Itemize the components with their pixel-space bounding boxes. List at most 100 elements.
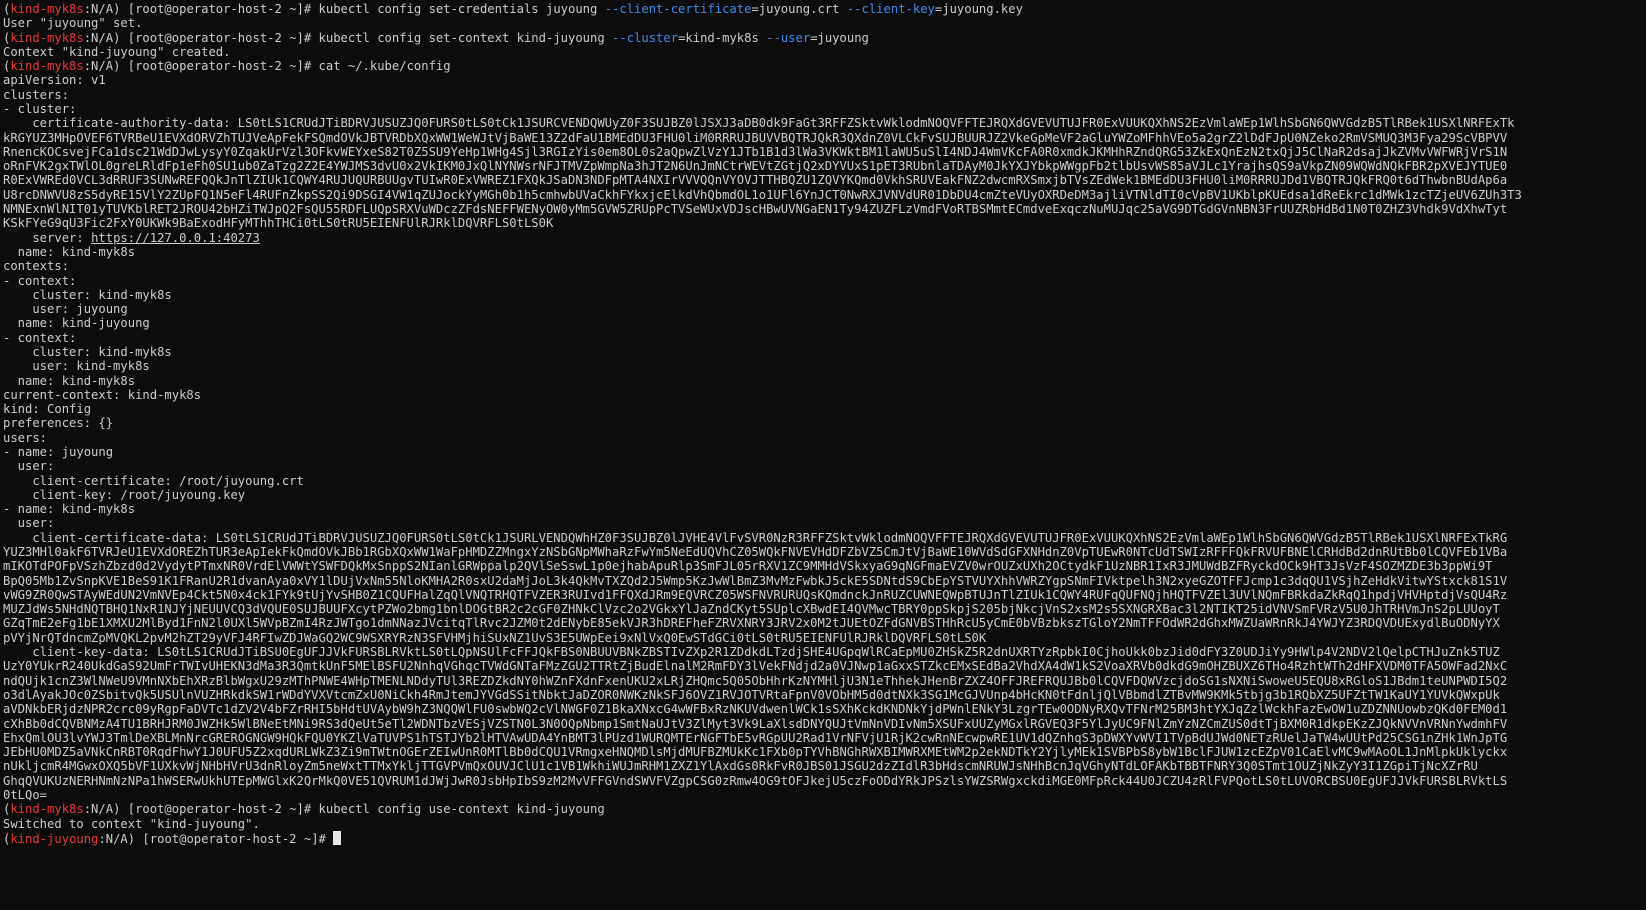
terminal-text: nUkljcmR4MGwxOXQ5bVF1UXkvWjNHbHVrU3dnRlo…: [3, 759, 1478, 774]
terminal-text: aVDNkbERjdzNPR2crc09yRgpFaDVTc1dZV2V4bFZ…: [3, 702, 1508, 717]
terminal-line: user:: [3, 516, 1645, 531]
terminal-text: name: kind-myk8s: [3, 373, 136, 388]
terminal-line: pVYjNrQTdncmZpMVQKL2pvM2hZT29yVFJ4RFIwZD…: [3, 631, 1645, 646]
terminal-text: =juyoung.crt: [751, 2, 847, 16]
terminal-line: oRnFVK2gxTWlOL0greLRldFp1eFh0SU1ub0ZaTzg…: [3, 159, 1645, 174]
kube-context-label: kind-myk8s: [10, 802, 84, 817]
terminal-line: - name: juyoung: [3, 445, 1645, 460]
terminal-line: user:: [3, 459, 1645, 474]
terminal-text: ndQUjk1cnZ3WlNWeU9VMnNXbEhXRzBlbWgxU29zM…: [3, 673, 1508, 688]
terminal-text: user: juyoung: [3, 302, 128, 317]
terminal-text: cluster: kind-myk8s: [3, 344, 172, 359]
terminal-text: BpQ05Mb1ZvSnpKVE1BeS91K1FRanU2R1dvanAya0…: [3, 573, 1508, 588]
terminal-line: vWG9ZR0QwSTAyWEdUN2VmNVEp4Ckt5N0x4ck1FYk…: [3, 588, 1645, 603]
terminal-text: =juyoung: [810, 30, 869, 45]
terminal-text: - context:: [3, 273, 77, 288]
terminal-line: kind: Config: [3, 402, 1645, 417]
terminal-line: contexts:: [3, 259, 1645, 274]
kube-context-label: kind-myk8s: [10, 30, 84, 45]
terminal-text: =kind-myk8s: [678, 30, 767, 45]
terminal-line: client-certificate-data: LS0tLS1CRUdJTiB…: [3, 531, 1645, 546]
terminal-line: Context "kind-juyoung" created.: [3, 45, 1645, 60]
terminal-text: - context:: [3, 330, 77, 345]
terminal-text: MUZJdWs5NHdNQTBHQ1NxR1NJYjNEUUVCQ3dVQUE0…: [3, 602, 1500, 617]
terminal-line: R0ExVWREd0VCL3dRRUF3SUNwREFQQkJnTlZIUk1C…: [3, 173, 1645, 188]
terminal-text: - cluster:: [3, 102, 77, 117]
terminal-text: preferences: {}: [3, 416, 114, 431]
terminal-text: U8rcDNWVU8zS5dyRE15VlY2ZUpFQ1N5eFl4RUFnZ…: [3, 187, 1522, 202]
terminal-text: :N/A) [root@operator-host-2 ~]# cat ~/.k…: [83, 59, 451, 74]
terminal-cursor: [333, 830, 342, 845]
terminal-text: server:: [3, 230, 92, 245]
terminal-text: users:: [3, 430, 48, 445]
terminal-line: (kind-myk8s:N/A) [root@operator-host-2 ~…: [3, 802, 1645, 817]
terminal-text: :N/A) [root@operator-host-2 ~]#: [98, 831, 334, 846]
terminal-text: clusters:: [3, 87, 70, 102]
terminal-text: client-key: /root/juyoung.key: [3, 487, 246, 502]
terminal-line: cluster: kind-myk8s: [3, 288, 1645, 303]
terminal-text: mIKOTdPOFpVSzhZbzd0d2VydytPTmxNR0VrdElVW…: [3, 559, 1493, 574]
terminal-line: GZqTmE2eFg1bE1XMXU2MlByd1FnN2l0UXl5WVpBZ…: [3, 616, 1645, 631]
terminal-line: ndQUjk1cnZ3WlNWeU9VMnNXbEhXRzBlbWgxU29zM…: [3, 674, 1645, 689]
terminal-line: name: kind-myk8s: [3, 374, 1645, 389]
terminal-line: Switched to context "kind-juyoung".: [3, 817, 1645, 832]
terminal-line: BpQ05Mb1ZvSnpKVE1BeS91K1FRanU2R1dvanAya0…: [3, 574, 1645, 589]
terminal-text: name: kind-myk8s: [3, 244, 136, 259]
terminal-text: GZqTmE2eFg1bE1XMXU2MlByd1FnN2l0UXl5WVpBZ…: [3, 616, 1500, 631]
server-url-link[interactable]: https://127.0.0.1:40273: [91, 231, 260, 245]
terminal-line: o3dlAyakJOc0ZSbitvQk5USUlnVUZHRkdkSW1rWD…: [3, 688, 1645, 703]
terminal-line: UzY0YUkrR240UkdGaS92UmFrTWIvUHEKN3dMa3R3…: [3, 659, 1645, 674]
terminal-line: 0tLQo=: [3, 788, 1645, 803]
kube-context-label: kind-juyoung: [10, 831, 99, 846]
terminal-line: MUZJdWs5NHdNQTBHQ1NxR1NJYjNEUUVCQ3dVQUE0…: [3, 602, 1645, 617]
terminal-text: KSkFYeG9qU3Fic2FxY0UKWk9BaExodHFyMThhTHC…: [3, 216, 554, 231]
terminal-text: user:: [3, 459, 55, 474]
terminal-line: (kind-myk8s:N/A) [root@operator-host-2 ~…: [3, 31, 1645, 46]
terminal-text: - name: kind-myk8s: [3, 502, 136, 517]
terminal-line: JEbHU0MDZ5aVNkCnRBT0RqdFhwY1J0UFU5Z2xqdU…: [3, 745, 1645, 760]
kube-context-label: kind-myk8s: [10, 2, 84, 16]
terminal-text: client-certificate-data: LS0tLS1CRUdJTiB…: [3, 530, 1508, 545]
terminal-window[interactable]: (kind-myk8s:N/A) [root@operator-host-2 ~…: [0, 0, 1646, 910]
terminal-text: JEbHU0MDZ5aVNkCnRBT0RqdFhwY1J0UFU5Z2xqdU…: [3, 745, 1508, 760]
terminal-line: EhxQmlOU3lvYWJ3TmlDeXBLMnNrcGREROGNGW9HQ…: [3, 731, 1645, 746]
terminal-line: user: kind-myk8s: [3, 359, 1645, 374]
command-option-flag: --user: [766, 30, 811, 45]
terminal-line: current-context: kind-myk8s: [3, 388, 1645, 403]
terminal-line: User "juyoung" set.: [3, 16, 1645, 31]
terminal-line: RnencKOCsvejFCa1dsc21WdDJwLysyY0ZqakUrVz…: [3, 145, 1645, 160]
terminal-text: user:: [3, 516, 55, 531]
terminal-line: cluster: kind-myk8s: [3, 345, 1645, 360]
terminal-text: - name: juyoung: [3, 444, 114, 459]
terminal-text: Context "kind-juyoung" created.: [3, 44, 231, 59]
terminal-line: kRGYUZ3MHpOVEF6TVRBeU1EVXdORVZhTUJVeApFe…: [3, 131, 1645, 146]
terminal-line: - name: kind-myk8s: [3, 502, 1645, 517]
terminal-text: current-context: kind-myk8s: [3, 387, 202, 402]
terminal-text: NMNExnWlNIT01yTUVKblRET2JROU42bHZiTWJpQ2…: [3, 202, 1508, 217]
terminal-line: (kind-myk8s:N/A) [root@operator-host-2 ~…: [3, 59, 1645, 74]
terminal-line: - context:: [3, 274, 1645, 289]
terminal-text: kind: Config: [3, 402, 92, 417]
terminal-text: pVYjNrQTdncmZpMVQKL2pvM2hZT29yVFJ4RFIwZD…: [3, 630, 987, 645]
terminal-text: certificate-authority-data: LS0tLS1CRUdJ…: [3, 116, 1515, 131]
terminal-line: (kind-juyoung:N/A) [root@operator-host-2…: [3, 830, 1645, 846]
terminal-line: users:: [3, 431, 1645, 446]
terminal-line: - cluster:: [3, 102, 1645, 117]
kube-context-label: kind-myk8s: [10, 59, 84, 74]
terminal-line: KSkFYeG9qU3Fic2FxY0UKWk9BaExodHFyMThhTHC…: [3, 216, 1645, 231]
command-option-flag: --client-key: [846, 2, 935, 16]
terminal-text: kRGYUZ3MHpOVEF6TVRBeU1EVXdORVZhTUJVeApFe…: [3, 130, 1508, 145]
terminal-text: YUZ3MHl0akF6TVRJeU1EVXdOREZhTUR3eApIekFk…: [3, 545, 1508, 560]
terminal-line: user: juyoung: [3, 302, 1645, 317]
terminal-text: cluster: kind-myk8s: [3, 287, 172, 302]
terminal-text: GhqQVUKUzNERHNmNzNPa1hWSERwUkhUTEpMWGlxK…: [3, 773, 1508, 788]
terminal-line: server: https://127.0.0.1:40273: [3, 231, 1645, 246]
terminal-line: client-certificate: /root/juyoung.crt: [3, 474, 1645, 489]
terminal-text: :N/A) [root@operator-host-2 ~]# kubectl …: [83, 2, 605, 16]
terminal-line: client-key-data: LS0tLS1CRUdJTiBSU0EgUFJ…: [3, 645, 1645, 660]
terminal-line: - context:: [3, 331, 1645, 346]
terminal-line: nUkljcmR4MGwxOXQ5bVF1UXkvWjNHbHVrU3dnRlo…: [3, 759, 1645, 774]
terminal-text: client-certificate: /root/juyoung.crt: [3, 473, 304, 488]
terminal-line: name: kind-myk8s: [3, 245, 1645, 260]
terminal-line: client-key: /root/juyoung.key: [3, 488, 1645, 503]
